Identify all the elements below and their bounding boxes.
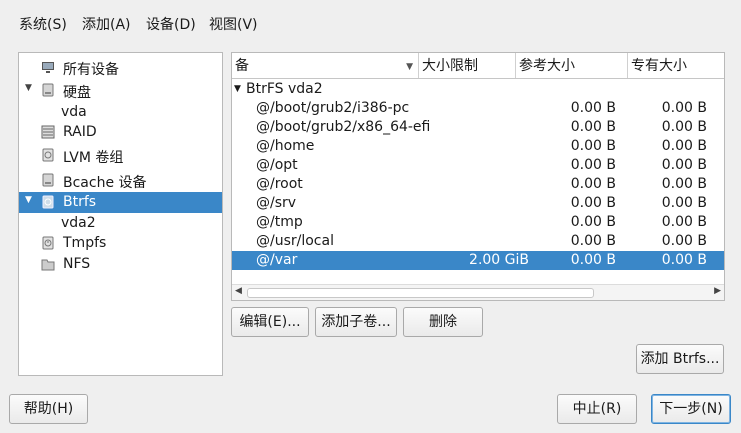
- tree-item-label: 硬盘: [63, 85, 91, 101]
- horizontal-scrollbar[interactable]: ◀ ▶: [232, 284, 724, 300]
- ref-size: 0.00 B: [570, 176, 616, 192]
- table-group-row[interactable]: ▼ BtrFS vda2: [232, 80, 724, 99]
- subvolume-name: @/boot/grub2/i386-pc: [256, 100, 410, 116]
- tmpfs-icon: [42, 236, 54, 250]
- tree-item-label: LVM 卷组: [63, 150, 124, 166]
- ref-size: 0.00 B: [570, 252, 616, 268]
- excl-size: 0.00 B: [661, 138, 707, 154]
- column-header-ref-size[interactable]: 参考大小: [516, 53, 628, 78]
- table-row[interactable]: @/usr/local 0.00 B 0.00 B: [232, 232, 724, 251]
- disk-icon: [42, 83, 54, 97]
- expand-arrow-icon[interactable]: ▼: [25, 195, 32, 205]
- ref-size: 0.00 B: [570, 138, 616, 154]
- tree-item-label: RAID: [63, 124, 97, 140]
- ref-size: 0.00 B: [570, 157, 616, 173]
- add-btrfs-button[interactable]: 添加 Btrfs...: [636, 344, 724, 374]
- subvolume-name: @/opt: [256, 157, 298, 173]
- excl-size: 0.00 B: [661, 157, 707, 173]
- subvolume-name: @/usr/local: [256, 233, 334, 249]
- excl-size: 0.00 B: [661, 233, 707, 249]
- scroll-left-icon[interactable]: ◀: [235, 286, 242, 296]
- next-button[interactable]: 下一步(N): [651, 394, 731, 424]
- tree-item-label: Btrfs: [63, 194, 97, 210]
- help-button[interactable]: 帮助(H): [9, 394, 88, 424]
- ref-size: 0.00 B: [570, 214, 616, 230]
- tree-item-label: vda: [61, 104, 87, 120]
- tree-item-all-devices[interactable]: 所有设备: [19, 57, 222, 78]
- table-row[interactable]: @/tmp 0.00 B 0.00 B: [232, 213, 724, 232]
- subvolume-name: @/tmp: [256, 214, 303, 230]
- tree-item-tmpfs[interactable]: Tmpfs: [19, 233, 222, 254]
- tree-item-vda2[interactable]: vda2: [19, 213, 222, 234]
- tree-item-label: Bcache 设备: [63, 175, 147, 191]
- excl-size: 0.00 B: [661, 214, 707, 230]
- table-row[interactable]: @/boot/grub2/x86_64-efi 0.00 B 0.00 B: [232, 118, 724, 137]
- subvolume-name: @/home: [256, 138, 315, 154]
- excl-size: 0.00 B: [661, 195, 707, 211]
- tree-item-label: Tmpfs: [63, 235, 107, 251]
- tree-item-label: vda2: [61, 215, 96, 231]
- raid-icon: [41, 125, 55, 139]
- scroll-right-icon[interactable]: ▶: [714, 286, 721, 296]
- expand-arrow-icon[interactable]: ▼: [25, 83, 32, 93]
- excl-size: 0.00 B: [661, 100, 707, 116]
- column-header-name[interactable]: 备 ▼: [232, 53, 419, 78]
- excl-size: 0.00 B: [661, 119, 707, 135]
- table-row[interactable]: @/srv 0.00 B 0.00 B: [232, 194, 724, 213]
- scrollbar-thumb[interactable]: [247, 288, 594, 298]
- column-header-excl-size[interactable]: 专有大小: [628, 53, 724, 78]
- ref-size: 0.00 B: [570, 195, 616, 211]
- tree-item-bcache[interactable]: Bcache 设备: [19, 170, 222, 191]
- sort-arrow-icon: ▼: [406, 62, 413, 72]
- ref-size: 0.00 B: [570, 100, 616, 116]
- menu-view[interactable]: 视图(V): [209, 14, 258, 34]
- subvolume-name: @/root: [256, 176, 303, 192]
- subvolume-table[interactable]: 备 ▼ 大小限制 参考大小 专有大小 ▼ BtrFS vda2 @/boot/g…: [231, 52, 725, 301]
- excl-size: 0.00 B: [661, 176, 707, 192]
- subvolume-name: @/boot/grub2/x86_64-efi: [256, 119, 431, 135]
- table-row[interactable]: @/opt 0.00 B 0.00 B: [232, 156, 724, 175]
- group-label: BtrFS vda2: [246, 81, 323, 97]
- column-header-limit[interactable]: 大小限制: [419, 53, 516, 78]
- subvolume-name: @/var: [256, 252, 298, 268]
- subvolume-name: @/srv: [256, 195, 297, 211]
- ref-size: 0.00 B: [570, 233, 616, 249]
- table-row[interactable]: @/boot/grub2/i386-pc 0.00 B 0.00 B: [232, 99, 724, 118]
- tree-item-lvm[interactable]: LVM 卷组: [19, 145, 222, 166]
- tree-item-vda[interactable]: vda: [19, 102, 222, 123]
- monitor-icon: [42, 62, 54, 73]
- lvm-icon: [42, 148, 54, 162]
- edit-button[interactable]: 编辑(E)...: [231, 307, 309, 337]
- tree-item-btrfs[interactable]: ▼ Btrfs: [19, 192, 222, 213]
- table-row[interactable]: @/root 0.00 B 0.00 B: [232, 175, 724, 194]
- btrfs-icon: [42, 195, 54, 209]
- tree-item-raid[interactable]: RAID: [19, 122, 222, 143]
- table-row-selected[interactable]: @/var 2.00 GiB 0.00 B 0.00 B: [232, 251, 724, 270]
- abort-button[interactable]: 中止(R): [557, 394, 637, 424]
- device-tree[interactable]: 所有设备 ▼ 硬盘 vda RAID LVM 卷组 Bcache 设备 ▼ Bt…: [18, 52, 223, 376]
- menu-bar: 系统(S) 添加(A) 设备(D) 视图(V): [0, 0, 741, 40]
- table-header: 备 ▼ 大小限制 参考大小 专有大小: [232, 53, 724, 79]
- ref-size: 0.00 B: [570, 119, 616, 135]
- excl-size: 0.00 B: [661, 252, 707, 268]
- menu-device[interactable]: 设备(D): [146, 14, 196, 34]
- tree-item-label: NFS: [63, 256, 91, 272]
- bcache-icon: [42, 173, 54, 187]
- delete-button[interactable]: 删除: [403, 307, 483, 337]
- size-limit: 2.00 GiB: [469, 252, 529, 268]
- tree-item-label: 所有设备: [63, 62, 119, 78]
- add-subvolume-button[interactable]: 添加子卷...: [315, 307, 397, 337]
- menu-system[interactable]: 系统(S): [19, 14, 67, 34]
- collapse-arrow-icon[interactable]: ▼: [234, 84, 241, 94]
- menu-add[interactable]: 添加(A): [82, 14, 131, 34]
- tree-item-nfs[interactable]: NFS: [19, 254, 222, 275]
- nfs-icon: [41, 259, 55, 271]
- tree-item-disks[interactable]: ▼ 硬盘: [19, 80, 222, 101]
- table-row[interactable]: @/home 0.00 B 0.00 B: [232, 137, 724, 156]
